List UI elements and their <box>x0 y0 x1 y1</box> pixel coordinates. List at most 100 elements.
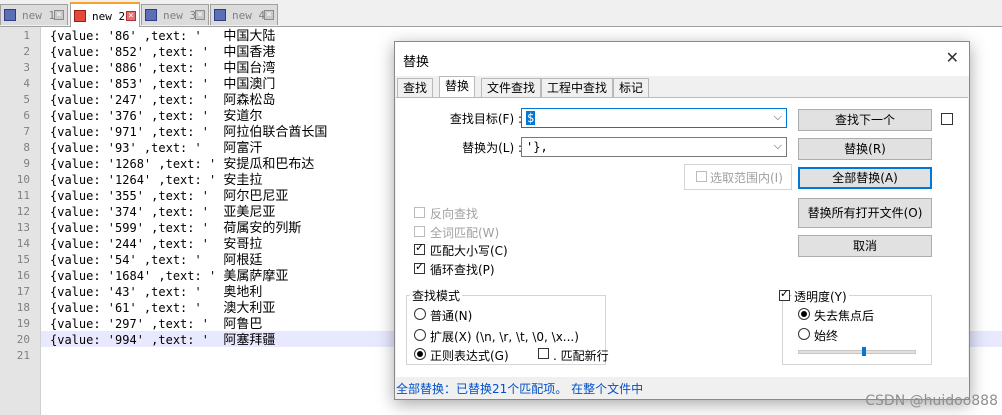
code-prefix: {value: '247' ,text: ' <box>50 93 224 107</box>
code-line[interactable]: {value: '1264' ,text: ' 安圭拉 <box>50 172 262 189</box>
line-number: 1 <box>23 29 30 42</box>
line-number: 13 <box>16 221 30 234</box>
backward-label: 反向查找 <box>430 207 479 221</box>
region-name: 阿拉伯联合酋长国 <box>223 125 328 140</box>
line-number: 21 <box>16 349 30 362</box>
close-icon[interactable]: ✕ <box>946 48 959 67</box>
region-name: 阿鲁巴 <box>223 317 263 332</box>
tab-find-in-files[interactable]: 文件查找 <box>481 78 542 97</box>
code-line[interactable]: {value: '886' ,text: ' 中国台湾 <box>50 60 275 77</box>
code-line[interactable]: {value: '971' ,text: ' 阿拉伯联合酋长国 <box>50 124 327 141</box>
tab-new-3[interactable]: new 3 × <box>141 4 209 25</box>
replace-with-input[interactable]: '}, ⌵ <box>521 137 787 157</box>
tab-label: new 2 <box>92 10 126 23</box>
line-number: 8 <box>23 141 30 154</box>
region-name: 安哥拉 <box>223 237 263 252</box>
code-line[interactable]: {value: '61' ,text: ' 澳大利亚 <box>50 300 275 317</box>
tab-mark[interactable]: 标记 <box>613 78 650 97</box>
mode-regex-radio[interactable] <box>414 348 426 360</box>
replace-all-open-files-button[interactable]: 替换所有打开文件(O) <box>798 198 932 228</box>
dialog-title-bar[interactable]: 替换 ✕ <box>395 42 969 76</box>
code-line[interactable]: {value: '994' ,text: ' 阿塞拜疆 <box>50 332 275 349</box>
code-prefix: {value: '853' ,text: ' <box>50 77 224 91</box>
find-next-button[interactable]: 查找下一个 <box>798 109 932 131</box>
transparency-checkbox[interactable] <box>779 287 790 301</box>
code-prefix: {value: '886' ,text: ' <box>50 61 224 75</box>
close-icon[interactable]: × <box>54 10 64 20</box>
replace-all-button[interactable]: 全部替换(A) <box>798 167 932 189</box>
match-case-checkbox[interactable] <box>414 241 425 255</box>
code-prefix: {value: '1684' ,text: ' <box>50 269 224 283</box>
dialog-body: 查找目标(F) : $ ⌵ 替换为(L) : '}, ⌵ 查找下一个 替换(R)… <box>396 97 968 378</box>
code-prefix: {value: '376' ,text: ' <box>50 109 224 123</box>
chevron-down-icon[interactable]: ⌵ <box>774 110 782 124</box>
region-name: 中国澳门 <box>223 77 276 92</box>
line-number: 4 <box>23 77 30 90</box>
find-what-value: $ <box>526 111 536 125</box>
line-number: 9 <box>23 157 30 170</box>
slider-thumb[interactable] <box>862 347 866 356</box>
tab-label: new 4 <box>232 9 266 22</box>
tab-find-in-project[interactable]: 工程中查找 <box>541 78 614 97</box>
close-icon[interactable]: × <box>264 10 274 20</box>
tab-find[interactable]: 查找 <box>397 78 434 97</box>
mode-extended-radio[interactable] <box>414 329 426 341</box>
tab-new-2[interactable]: new 2 × <box>70 2 140 27</box>
close-icon[interactable]: × <box>126 11 136 21</box>
file-icon <box>4 9 16 21</box>
code-line[interactable]: {value: '297' ,text: ' 阿鲁巴 <box>50 316 262 333</box>
code-line[interactable]: {value: '355' ,text: ' 阿尔巴尼亚 <box>50 188 288 205</box>
region-name: 澳大利亚 <box>223 301 276 316</box>
line-number: 6 <box>23 109 30 122</box>
tab-new-1[interactable]: new 1 × <box>0 4 68 25</box>
line-number-gutter[interactable]: 1 2 3 4 5 6 7 8 9 10 11 12 13 14 15 16 17 18 19 20 21 <box>0 27 41 415</box>
wrap-around-label: 循环查找(P) <box>430 263 495 277</box>
code-line[interactable]: {value: '43' ,text: ' 奥地利 <box>50 284 262 301</box>
region-name: 安道尔 <box>223 109 263 124</box>
code-line[interactable]: {value: '244' ,text: ' 安哥拉 <box>50 236 262 253</box>
code-prefix: {value: '1268' ,text: ' <box>50 157 224 171</box>
wrap-around-checkbox[interactable] <box>414 260 425 274</box>
dot-matches-newline-checkbox[interactable] <box>538 348 549 359</box>
tab-new-4[interactable]: new 4 × <box>210 4 278 25</box>
code-line[interactable]: {value: '1268' ,text: ' 安提瓜和巴布达 <box>50 156 314 173</box>
transparency-slider[interactable] <box>798 347 916 356</box>
find-next-option-checkbox[interactable] <box>941 113 953 125</box>
find-what-input[interactable]: $ ⌵ <box>521 108 787 128</box>
code-line[interactable]: {value: '852' ,text: ' 中国香港 <box>50 44 275 61</box>
code-line[interactable]: {value: '86' ,text: ' 中国大陆 <box>50 28 275 45</box>
code-line[interactable]: {value: '376' ,text: ' 安道尔 <box>50 108 262 125</box>
whole-word-checkbox[interactable] <box>414 226 425 237</box>
line-number: 17 <box>16 285 30 298</box>
code-prefix: {value: '355' ,text: ' <box>50 189 224 203</box>
region-name: 中国大陆 <box>223 29 276 44</box>
code-line[interactable]: {value: '93' ,text: ' 阿富汗 <box>50 140 262 157</box>
code-prefix: {value: '43' ,text: ' <box>50 285 224 299</box>
code-line[interactable]: {value: '599' ,text: ' 荷属安的列斯 <box>50 220 301 237</box>
code-line[interactable]: {value: '853' ,text: ' 中国澳门 <box>50 76 275 93</box>
replace-button[interactable]: 替换(R) <box>798 138 932 160</box>
in-selection-checkbox[interactable] <box>696 171 707 182</box>
backward-checkbox[interactable] <box>414 207 425 218</box>
code-prefix: {value: '994' ,text: ' <box>50 333 224 347</box>
line-number: 18 <box>16 301 30 314</box>
match-case-label: 匹配大小写(C) <box>430 244 508 258</box>
region-name: 荷属安的列斯 <box>223 221 302 236</box>
transparency-always-radio[interactable] <box>798 328 810 340</box>
mode-regex-label: 正则表达式(G) <box>430 349 509 363</box>
close-icon[interactable]: × <box>195 10 205 20</box>
replace-with-value: '}, <box>526 140 548 154</box>
transparency-on-lose-focus-radio[interactable] <box>798 308 810 320</box>
code-line[interactable]: {value: '54' ,text: ' 阿根廷 <box>50 252 262 269</box>
line-number: 5 <box>23 93 30 106</box>
watermark: CSDN @huidoo888 <box>865 393 998 409</box>
code-line[interactable]: {value: '1684' ,text: ' 美属萨摩亚 <box>50 268 288 285</box>
cancel-button[interactable]: 取消 <box>798 235 932 257</box>
mode-normal-radio[interactable] <box>414 308 426 320</box>
code-line[interactable]: {value: '247' ,text: ' 阿森松岛 <box>50 92 275 109</box>
chevron-down-icon[interactable]: ⌵ <box>774 139 782 153</box>
search-mode-title: 查找模式 <box>410 287 463 304</box>
code-line[interactable]: {value: '374' ,text: ' 亚美尼亚 <box>50 204 275 221</box>
tab-replace[interactable]: 替换 <box>439 76 476 98</box>
dialog-title: 替换 <box>403 55 430 70</box>
